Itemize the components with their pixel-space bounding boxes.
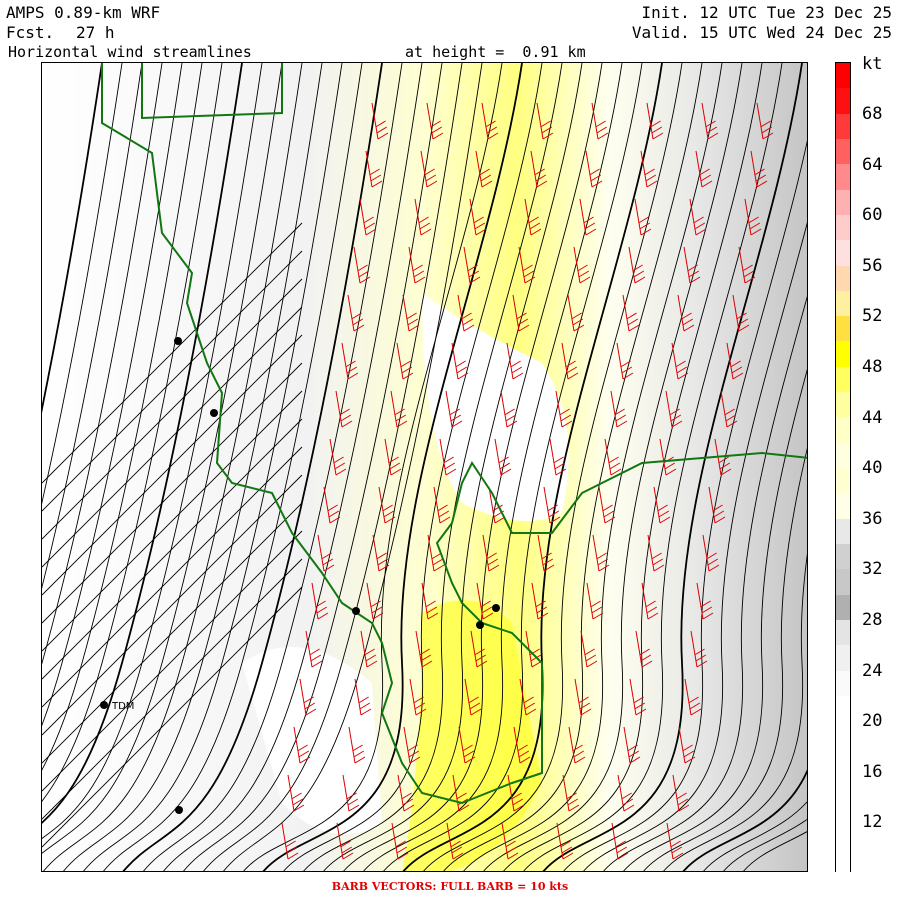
- colorbar-cell: [836, 392, 850, 418]
- colorbar-cell: [836, 63, 850, 89]
- init-time: Init. 12 UTC Tue 23 Dec 25: [641, 3, 892, 22]
- colorbar-cell: [836, 670, 850, 696]
- colorbar-cell: [836, 417, 850, 443]
- colorbar-cell: [836, 518, 850, 544]
- colorbar-label: 36: [862, 508, 883, 529]
- colorbar-cell: [836, 265, 850, 291]
- map-canvas: TDM: [42, 63, 807, 871]
- colorbar-cell: [836, 619, 850, 646]
- colorbar-cell: [836, 113, 850, 139]
- colorbar-label: 40: [862, 458, 883, 479]
- colorbar-label: 24: [862, 660, 883, 681]
- station-marker: [210, 409, 218, 417]
- colorbar-label: 56: [862, 255, 883, 276]
- valid-time: Valid. 15 UTC Wed 24 Dec 25: [631, 23, 892, 42]
- barb-legend: BARB VECTORS: FULL BARB = 10 kts: [331, 880, 569, 893]
- colorbar-label: 64: [862, 154, 883, 175]
- colorbar-cell: [836, 468, 850, 494]
- height-text: at height = 0.91 km: [405, 43, 586, 61]
- colorbar-label: 48: [862, 357, 883, 377]
- model-title: AMPS 0.89-km WRF: [6, 3, 161, 22]
- colorbar-cell: [836, 341, 850, 367]
- colorbar-cell: [836, 721, 850, 747]
- station-label-tdm: TDM: [111, 701, 134, 712]
- colorbar-cell: [836, 189, 850, 215]
- colorbar-cell: [836, 214, 850, 241]
- colorbar-cell: [836, 290, 850, 317]
- colorbar-cell: [836, 695, 850, 722]
- station-marker: [100, 701, 108, 709]
- colorbar-label: 16: [862, 761, 883, 782]
- colorbar-cell: [836, 771, 850, 798]
- colorbar-cell: [836, 442, 850, 468]
- colorbar: [835, 62, 851, 873]
- map-panel: TDM: [41, 62, 808, 872]
- colorbar-cell: [836, 847, 850, 873]
- colorbar-cell: [836, 88, 850, 114]
- colorbar-label: 28: [862, 610, 883, 630]
- colorbar-cell: [836, 746, 850, 772]
- colorbar-cell: [836, 569, 850, 595]
- colorbar-label: 44: [862, 407, 883, 428]
- station-marker: [352, 607, 360, 615]
- colorbar-label: 60: [862, 205, 883, 226]
- colorbar-cell: [836, 797, 850, 823]
- colorbar-cell: [836, 316, 850, 342]
- colorbar-label: 52: [862, 306, 883, 327]
- field-title: Horizontal wind streamlines: [8, 43, 252, 61]
- colorbar-cell: [836, 822, 850, 848]
- station-marker: [175, 806, 183, 814]
- station-marker: [492, 604, 500, 612]
- colorbar-cell: [836, 164, 850, 190]
- colorbar-cell: [836, 240, 850, 266]
- colorbar-label: 32: [862, 559, 883, 580]
- colorbar-cell: [836, 543, 850, 570]
- colorbar-label: 20: [862, 711, 883, 732]
- colorbar-label: 68: [862, 104, 883, 124]
- colorbar-cell: [836, 594, 850, 620]
- forecast-label: Fcst.: [6, 23, 55, 42]
- colorbar-cell: [836, 138, 850, 165]
- station-marker: [174, 337, 182, 345]
- colorbar-label: 12: [862, 812, 883, 833]
- station-marker: [476, 621, 484, 629]
- colorbar-cell: [836, 645, 850, 671]
- colorbar-cell: [836, 493, 850, 519]
- forecast-value: 27 h: [76, 23, 115, 42]
- colorbar-unit: kt: [862, 54, 883, 74]
- colorbar-cell: [836, 366, 850, 393]
